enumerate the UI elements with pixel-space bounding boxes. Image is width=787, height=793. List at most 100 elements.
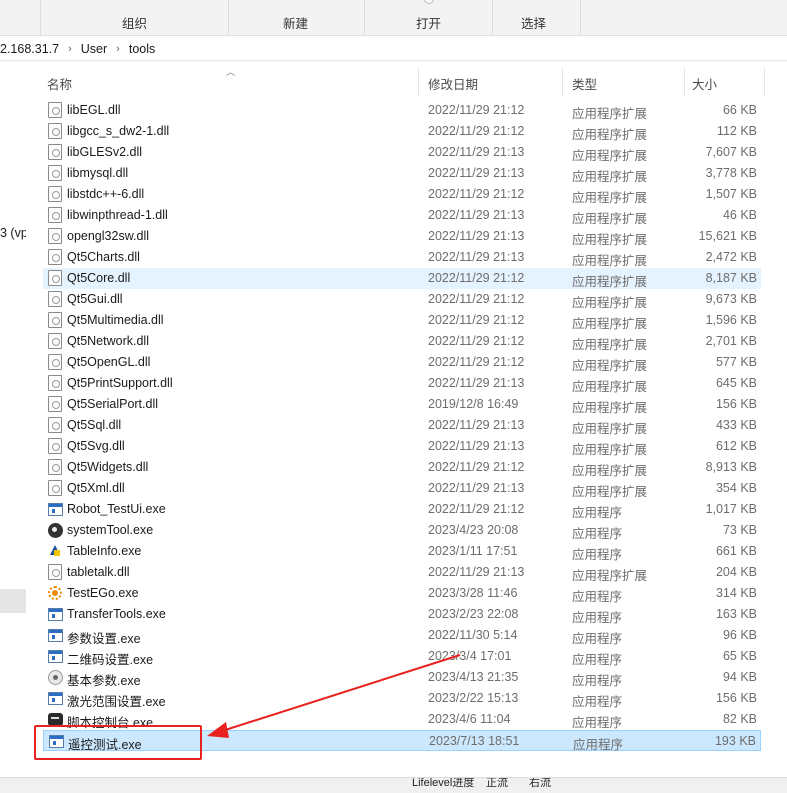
file-list[interactable]: ︿ 名称 修改日期 类型 大小 libEGL.dll 2022/11/29 21:…: [40, 62, 787, 777]
file-date: 2022/11/29 21:12: [428, 313, 525, 327]
file-row[interactable]: Qt5Gui.dll 2022/11/29 21:12 应用程序扩展 9,673 KB: [43, 289, 761, 310]
exe-window-icon: [48, 692, 63, 705]
file-row[interactable]: Qt5Network.dll 2022/11/29 21:12 应用程序扩展 2,70…: [43, 331, 761, 352]
open-icon: [424, 0, 434, 4]
ribbon-organize-group[interactable]: 组织: [122, 13, 147, 32]
breadcrumb-user[interactable]: User: [81, 42, 107, 56]
file-row[interactable]: libgcc_s_dw2-1.dll 2022/11/29 21:12 应用程序扩展…: [43, 121, 761, 142]
file-row[interactable]: TransferTools.exe 2023/2/23 22:08 应用程序 163 …: [43, 604, 761, 625]
file-type: 应用程序扩展: [572, 107, 648, 121]
nav-selected-item[interactable]: [0, 589, 26, 613]
file-type: 应用程序扩展: [572, 359, 648, 373]
file-type: 应用程序扩展: [572, 464, 648, 478]
file-row[interactable]: Qt5SerialPort.dll 2019/12/8 16:49 应用程序扩展 15…: [43, 394, 761, 415]
file-row[interactable]: 遥控测试.exe 2023/7/13 18:51 应用程序 193 KB: [43, 730, 761, 752]
nav-item-network-drive[interactable]: 3 (vp: [0, 226, 26, 240]
file-row[interactable]: 激光范围设置.exe 2023/2/22 15:13 应用程序 156 KB: [43, 688, 761, 709]
file-type: 应用程序扩展: [572, 233, 648, 247]
file-row[interactable]: 参数设置.exe 2022/11/30 5:14 应用程序 96 KB: [43, 625, 761, 646]
file-row[interactable]: Qt5Charts.dll 2022/11/29 21:13 应用程序扩展 2,472…: [43, 247, 761, 268]
file-name: libgcc_s_dw2-1.dll: [67, 124, 170, 138]
console-app-icon: [48, 713, 63, 726]
file-size: 66 KB: [722, 103, 757, 117]
file-date: 2022/11/29 21:13: [428, 565, 525, 579]
file-date: 2022/11/29 21:12: [428, 502, 525, 516]
file-name: Qt5Sql.dll: [67, 418, 122, 432]
column-type[interactable]: 类型: [572, 74, 597, 93]
file-date: 2023/1/11 17:51: [428, 544, 518, 558]
file-type: 应用程序扩展: [572, 254, 648, 268]
breadcrumb-tools[interactable]: tools: [129, 42, 155, 56]
ribbon-new-group[interactable]: 新建: [283, 13, 308, 32]
column-size[interactable]: 大小: [692, 74, 717, 93]
file-row[interactable]: Qt5PrintSupport.dll 2022/11/29 21:13 应用程序扩…: [43, 373, 761, 394]
file-size: 577 KB: [715, 355, 757, 369]
file-type: 应用程序扩展: [572, 401, 648, 415]
file-row[interactable]: Robot_TestUi.exe 2022/11/29 21:12 应用程序 1,01…: [43, 499, 761, 520]
file-row[interactable]: Qt5Multimedia.dll 2022/11/29 21:12 应用程序扩展 1…: [43, 310, 761, 331]
column-divider[interactable]: [562, 68, 563, 96]
column-divider[interactable]: [418, 68, 419, 96]
ribbon-divider: [492, 0, 493, 36]
file-date: 2023/3/28 11:46: [428, 586, 518, 600]
file-row[interactable]: Qt5Sql.dll 2022/11/29 21:13 应用程序扩展 433 KB: [43, 415, 761, 436]
file-size: 73 KB: [722, 523, 757, 537]
file-name: TestEGo.exe: [67, 586, 139, 600]
file-row[interactable]: libstdc++-6.dll 2022/11/29 21:12 应用程序扩展 1,5…: [43, 184, 761, 205]
file-row[interactable]: 脚本控制台.exe 2023/4/6 11:04 应用程序 82 KB: [43, 709, 761, 730]
chevron-right-icon: ›: [68, 42, 72, 55]
exe-window-icon: [49, 735, 64, 748]
file-row[interactable]: 二维码设置.exe 2023/3/4 17:01 应用程序 65 KB: [43, 646, 761, 667]
file-row[interactable]: Qt5Core.dll 2022/11/29 21:12 应用程序扩展 8,187 K…: [43, 268, 761, 289]
file-type: 应用程序扩展: [572, 296, 648, 310]
exe-window-icon: [48, 503, 63, 516]
file-name: Qt5Xml.dll: [67, 481, 125, 495]
file-row[interactable]: TestEGo.exe 2023/3/28 11:46 应用程序 314 KB: [43, 583, 761, 604]
file-size: 96 KB: [722, 628, 757, 642]
column-name[interactable]: 名称: [47, 74, 72, 93]
file-row[interactable]: opengl32sw.dll 2022/11/29 21:13 应用程序扩展 15,6…: [43, 226, 761, 247]
file-row[interactable]: Qt5Widgets.dll 2022/11/29 21:12 应用程序扩展 8,91…: [43, 457, 761, 478]
file-row[interactable]: Qt5Xml.dll 2022/11/29 21:13 应用程序扩展 354 KB: [43, 478, 761, 499]
file-row[interactable]: Qt5OpenGL.dll 2022/11/29 21:12 应用程序扩展 577 K…: [43, 352, 761, 373]
ribbon-select-group[interactable]: 选择: [521, 13, 546, 32]
file-type: 应用程序扩展: [572, 128, 648, 142]
file-row[interactable]: libEGL.dll 2022/11/29 21:12 应用程序扩展 66 KB: [43, 100, 761, 121]
file-name: 遥控测试.exe: [68, 738, 142, 752]
file-row[interactable]: libwinpthread-1.dll 2022/11/29 21:13 应用程序扩…: [43, 205, 761, 226]
file-type: 应用程序: [572, 611, 623, 625]
file-row[interactable]: 基本参数.exe 2023/4/13 21:35 应用程序 94 KB: [43, 667, 761, 688]
column-date[interactable]: 修改日期: [428, 74, 478, 93]
file-type: 应用程序: [572, 674, 623, 688]
file-type: 应用程序扩展: [572, 275, 648, 289]
ribbon-open-group[interactable]: 打开: [416, 13, 441, 32]
file-date: 2022/11/29 21:12: [428, 460, 525, 474]
file-name: Robot_TestUi.exe: [67, 502, 166, 516]
file-name: libEGL.dll: [67, 103, 121, 117]
file-size: 163 KB: [715, 607, 757, 621]
file-name: libwinpthread-1.dll: [67, 208, 168, 222]
column-divider[interactable]: [764, 68, 765, 96]
file-row[interactable]: systemTool.exe 2023/4/23 20:08 应用程序 73 KB: [43, 520, 761, 541]
file-name: Qt5SerialPort.dll: [67, 397, 159, 411]
file-date: 2022/11/29 21:13: [428, 145, 525, 159]
ribbon-divider: [228, 0, 229, 36]
file-row[interactable]: libGLESv2.dll 2022/11/29 21:13 应用程序扩展 7,607…: [43, 142, 761, 163]
file-date: 2023/4/23 20:08: [428, 523, 519, 537]
file-name: Qt5Widgets.dll: [67, 460, 149, 474]
file-type: 应用程序扩展: [572, 212, 648, 226]
tableinfo-app-icon: [48, 544, 62, 558]
file-type: 应用程序扩展: [572, 422, 648, 436]
breadcrumb-host[interactable]: 2.168.31.7: [0, 42, 59, 56]
file-row[interactable]: tabletalk.dll 2022/11/29 21:13 应用程序扩展 204 K…: [43, 562, 761, 583]
file-type: 应用程序: [572, 695, 623, 709]
file-row[interactable]: TableInfo.exe 2023/1/11 17:51 应用程序 661 KB: [43, 541, 761, 562]
file-row[interactable]: Qt5Svg.dll 2022/11/29 21:13 应用程序扩展 612 KB: [43, 436, 761, 457]
file-size: 204 KB: [715, 565, 757, 579]
address-bar[interactable]: 2.168.31.7 › User › tools: [0, 37, 787, 61]
file-row[interactable]: libmysql.dll 2022/11/29 21:13 应用程序扩展 3,778 …: [43, 163, 761, 184]
dll-file-icon: [48, 123, 62, 139]
column-divider[interactable]: [684, 68, 685, 96]
file-type: 应用程序扩展: [572, 149, 648, 163]
file-type: 应用程序: [572, 590, 623, 604]
